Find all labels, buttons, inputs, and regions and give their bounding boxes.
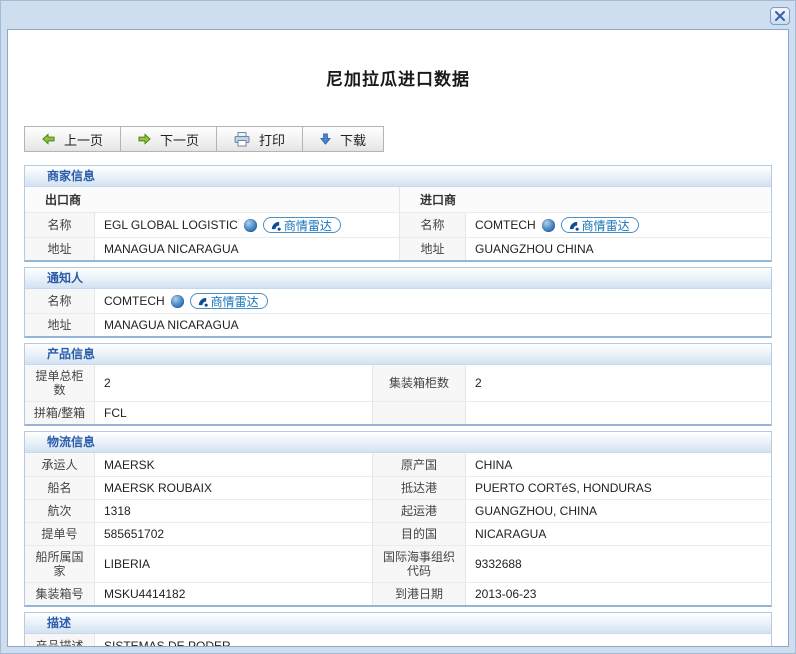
arrow-left-icon — [42, 133, 55, 145]
radar-link-exporter[interactable]: 商情雷达 — [263, 217, 341, 233]
section-logistics-info: 物流信息 承运人 MAERSK 原产国 CHINA 船名 MAERSK ROUB… — [24, 431, 772, 607]
print-button[interactable]: 打印 — [216, 126, 303, 152]
voyage-value: 1318 — [95, 499, 373, 522]
importer-name: COMTECH — [475, 218, 536, 232]
imo-code-label: 国际海事组织代码 — [373, 545, 466, 582]
exporter-header: 出口商 — [25, 187, 400, 212]
importer-name-value-cell: COMTECH 商情雷达 — [466, 212, 771, 237]
radar-link-importer[interactable]: 商情雷达 — [561, 217, 639, 233]
vessel-name-value: MAERSK ROUBAIX — [95, 476, 373, 499]
arrival-date-value: 2013-06-23 — [466, 582, 771, 605]
next-page-label: 下一页 — [160, 130, 199, 149]
radar-label: 商情雷达 — [284, 217, 332, 234]
vessel-name-label: 船名 — [25, 476, 95, 499]
empty-label-cell — [373, 401, 466, 424]
section-notify-party: 通知人 名称 COMTECH 商情雷达 — [24, 267, 772, 338]
carrier-value: MAERSK — [95, 453, 373, 476]
exporter-address-label: 地址 — [25, 237, 95, 260]
download-label: 下载 — [340, 130, 366, 149]
origin-country-label: 原产国 — [373, 453, 466, 476]
toolbar: 上一页 下一页 打印 — [24, 126, 384, 152]
prev-page-label: 上一页 — [64, 130, 103, 149]
exporter-address: MANAGUA NICARAGUA — [95, 237, 400, 260]
prev-page-button[interactable]: 上一页 — [24, 126, 121, 152]
exporter-name: EGL GLOBAL LOGISTIC — [104, 218, 238, 232]
departure-port-label: 起运港 — [373, 499, 466, 522]
content-panel: 尼加拉瓜进口数据 上一页 下一页 — [7, 29, 789, 647]
section-merchant-title: 商家信息 — [25, 166, 771, 187]
radar-label: 商情雷达 — [211, 293, 259, 310]
next-page-button[interactable]: 下一页 — [120, 126, 217, 152]
satellite-icon — [568, 220, 579, 231]
notify-name-label: 名称 — [25, 289, 95, 313]
print-label: 打印 — [259, 130, 285, 149]
vessel-flag-label: 船所属国家 — [25, 545, 95, 582]
arrow-right-icon — [138, 133, 151, 145]
importer-name-label: 名称 — [400, 212, 466, 237]
section-notify-title: 通知人 — [25, 268, 771, 289]
vessel-flag-value: LIBERIA — [95, 545, 373, 582]
bl-number-value: 585651702 — [95, 522, 373, 545]
notify-address-label: 地址 — [25, 313, 95, 336]
product-description-label: 产品描述 — [25, 634, 95, 647]
notify-name-value-cell: COMTECH 商情雷达 — [95, 289, 771, 313]
globe-icon[interactable] — [171, 295, 184, 308]
printer-icon — [234, 132, 250, 147]
close-button[interactable] — [770, 7, 790, 25]
importer-address: GUANGZHOU CHINA — [466, 237, 771, 260]
product-description-value: SISTEMAS DE PODER — [95, 634, 771, 647]
exporter-name-label: 名称 — [25, 212, 95, 237]
close-icon — [775, 11, 785, 21]
arrival-port-label: 抵达港 — [373, 476, 466, 499]
page-title: 尼加拉瓜进口数据 — [8, 65, 788, 90]
section-product-title: 产品信息 — [25, 344, 771, 365]
sections-container: 商家信息 出口商 进口商 名称 EGL GLOBAL LOGISTIC — [24, 165, 772, 647]
section-description-title: 描述 — [25, 613, 771, 634]
lcl-fcl-label: 拼箱/整箱 — [25, 401, 95, 424]
notify-address: MANAGUA NICARAGUA — [95, 313, 771, 336]
origin-country-value: CHINA — [466, 453, 771, 476]
section-logistics-title: 物流信息 — [25, 432, 771, 453]
arrow-down-icon — [320, 133, 331, 145]
container-count-label: 集装箱柜数 — [373, 365, 466, 401]
container-number-label: 集装箱号 — [25, 582, 95, 605]
satellite-icon — [197, 296, 208, 307]
bl-total-containers-value: 2 — [95, 365, 373, 401]
imo-code-value: 9332688 — [466, 545, 771, 582]
destination-country-value: NICARAGUA — [466, 522, 771, 545]
section-merchant-info: 商家信息 出口商 进口商 名称 EGL GLOBAL LOGISTIC — [24, 165, 772, 262]
importer-address-label: 地址 — [400, 237, 466, 260]
download-button[interactable]: 下载 — [302, 126, 384, 152]
container-count-value: 2 — [466, 365, 771, 401]
lcl-fcl-value: FCL — [95, 401, 373, 424]
globe-icon[interactable] — [244, 219, 257, 232]
arrival-port-value: PUERTO CORTéS, HONDURAS — [466, 476, 771, 499]
destination-country-label: 目的国 — [373, 522, 466, 545]
carrier-label: 承运人 — [25, 453, 95, 476]
import-data-dialog: 尼加拉瓜进口数据 上一页 下一页 — [0, 0, 796, 654]
importer-header: 进口商 — [400, 187, 771, 212]
section-product-info: 产品信息 提单总柜数 2 集装箱柜数 2 拼箱/整箱 FCL — [24, 343, 772, 426]
bl-total-containers-label: 提单总柜数 — [25, 365, 95, 401]
section-description: 描述 产品描述 SISTEMAS DE PODER — [24, 612, 772, 647]
bl-number-label: 提单号 — [25, 522, 95, 545]
arrival-date-label: 到港日期 — [373, 582, 466, 605]
radar-link-notify[interactable]: 商情雷达 — [190, 293, 268, 309]
exporter-name-value-cell: EGL GLOBAL LOGISTIC 商情雷达 — [95, 212, 400, 237]
voyage-label: 航次 — [25, 499, 95, 522]
departure-port-value: GUANGZHOU, CHINA — [466, 499, 771, 522]
radar-label: 商情雷达 — [582, 217, 630, 234]
globe-icon[interactable] — [542, 219, 555, 232]
empty-value-cell — [466, 401, 771, 424]
container-number-value: MSKU4414182 — [95, 582, 373, 605]
satellite-icon — [270, 220, 281, 231]
notify-name: COMTECH — [104, 294, 165, 308]
